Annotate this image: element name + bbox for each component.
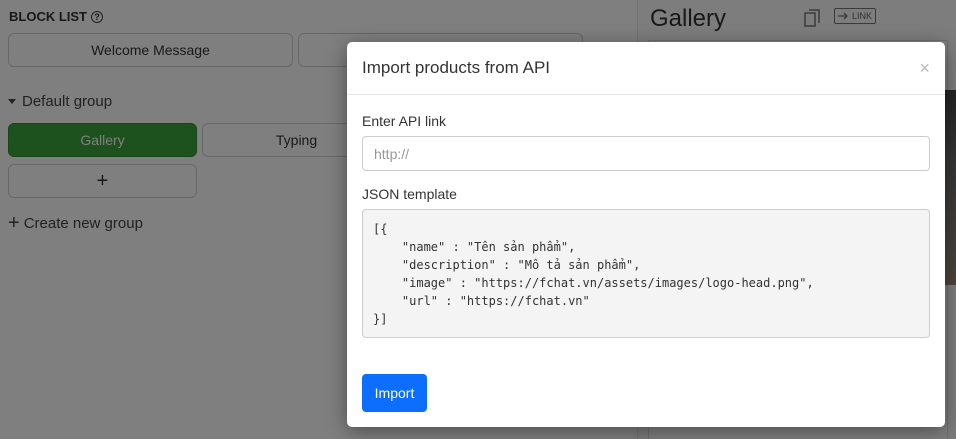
import-api-modal: Import products from API × Enter API lin… (347, 42, 945, 427)
api-link-label: Enter API link (362, 113, 447, 129)
modal-title: Import products from API (362, 58, 551, 77)
import-button[interactable]: Import (362, 374, 427, 412)
modal-body: Enter API link JSON template [{ "name" :… (347, 113, 945, 338)
json-template-label: JSON template (362, 186, 457, 202)
json-template-box: [{ "name" : "Tên sản phẩm", "description… (362, 209, 930, 338)
modal-header: Import products from API × (347, 42, 945, 95)
close-icon[interactable]: × (919, 58, 930, 79)
api-link-input[interactable] (362, 136, 930, 171)
